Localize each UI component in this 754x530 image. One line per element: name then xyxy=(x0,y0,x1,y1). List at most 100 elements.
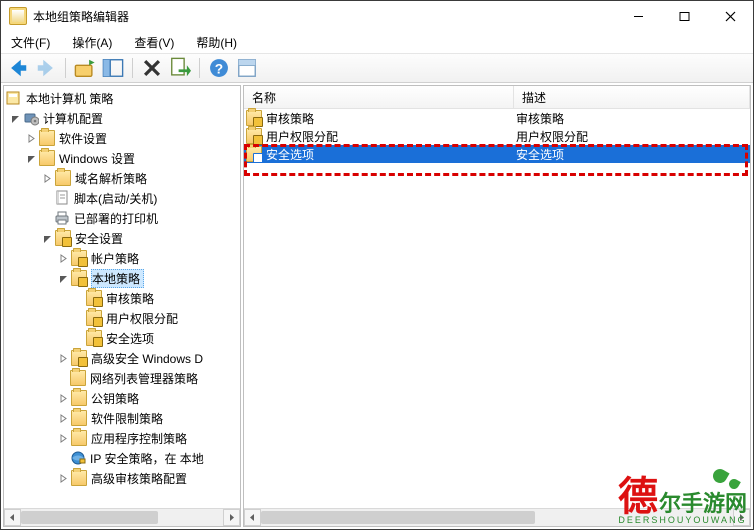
scroll-left-button[interactable] xyxy=(4,509,21,526)
properties-button[interactable] xyxy=(236,57,258,79)
scroll-right-button[interactable] xyxy=(223,509,240,526)
tree-computer-config[interactable]: 计算机配置 xyxy=(4,108,240,128)
tree-account-policies[interactable]: 帐户策略 xyxy=(4,248,240,268)
app-icon xyxy=(9,7,27,25)
tree-software-settings[interactable]: 软件设置 xyxy=(4,128,240,148)
chevron-down-icon[interactable] xyxy=(56,271,70,285)
tree-label: 脚本(启动/关机) xyxy=(74,190,157,207)
script-icon xyxy=(54,190,70,206)
list-item[interactable]: 安全选项 安全选项 xyxy=(244,145,750,163)
tree-label: 帐户策略 xyxy=(91,250,139,267)
column-description[interactable]: 描述 xyxy=(514,86,750,108)
folder-icon xyxy=(71,410,87,426)
tree-label: 软件设置 xyxy=(59,130,107,147)
folder-lock-icon xyxy=(71,250,87,266)
tree-security-settings[interactable]: 安全设置 xyxy=(4,228,240,248)
folder-lock-icon xyxy=(86,290,102,306)
menu-view[interactable]: 查看(V) xyxy=(130,32,178,53)
folder-lock-icon xyxy=(86,330,102,346)
list-item[interactable]: 审核策略 审核策略 xyxy=(244,109,750,127)
tree-audit-policy[interactable]: 审核策略 xyxy=(4,288,240,308)
menu-action[interactable]: 操作(A) xyxy=(68,32,116,53)
tree-root[interactable]: 本地计算机 策略 xyxy=(4,88,240,108)
list-item[interactable]: 用户权限分配 用户权限分配 xyxy=(244,127,750,145)
column-headers: 名称 描述 xyxy=(244,86,750,109)
show-hide-tree-button[interactable] xyxy=(102,57,124,79)
list-item-name: 审核策略 xyxy=(266,110,314,127)
tree-windows-settings[interactable]: Windows 设置 xyxy=(4,148,240,168)
tree-label: 本地计算机 策略 xyxy=(26,90,113,107)
tree-scripts[interactable]: 脚本(启动/关机) xyxy=(4,188,240,208)
tree-local-policies[interactable]: 本地策略 xyxy=(4,268,240,288)
chevron-right-icon[interactable] xyxy=(24,131,38,145)
tree-deployed-printers[interactable]: 已部署的打印机 xyxy=(4,208,240,228)
list-pane: 名称 描述 审核策略 审核策略 用户权限分配 用户权限分配 安全选项 安全选项 xyxy=(243,85,751,527)
chevron-down-icon[interactable] xyxy=(24,151,38,165)
list-item-desc: 安全选项 xyxy=(516,148,564,162)
tree-label: 安全选项 xyxy=(106,330,154,347)
chevron-right-icon[interactable] xyxy=(56,431,70,445)
tree-security-options[interactable]: 安全选项 xyxy=(4,328,240,348)
tree-nlm-policies[interactable]: 网络列表管理器策略 xyxy=(4,368,240,388)
forward-button[interactable] xyxy=(35,57,57,79)
tree-ip-security[interactable]: IP 安全策略，在 本地 xyxy=(4,448,240,468)
export-button[interactable] xyxy=(169,57,191,79)
tree-label: 公钥策略 xyxy=(91,390,139,407)
up-button[interactable] xyxy=(74,57,96,79)
minimize-button[interactable] xyxy=(615,1,661,31)
chevron-right-icon[interactable] xyxy=(40,171,54,185)
tree-label: 已部署的打印机 xyxy=(74,210,158,227)
scroll-left-button[interactable] xyxy=(244,509,261,526)
list-item-desc: 用户权限分配 xyxy=(516,130,588,144)
tree-label: 本地策略 xyxy=(92,272,140,286)
tree-label: 软件限制策略 xyxy=(91,410,163,427)
chevron-right-icon[interactable] xyxy=(56,471,70,485)
close-button[interactable] xyxy=(707,1,753,31)
tree-hscrollbar[interactable] xyxy=(4,508,240,526)
chevron-right-icon[interactable] xyxy=(56,411,70,425)
folder-lock-icon xyxy=(55,230,71,246)
tree-view[interactable]: 本地计算机 策略 计算机配置 软件设置 Windows 设置 域名解析策略 脚本… xyxy=(4,86,240,508)
tree-user-rights[interactable]: 用户权限分配 xyxy=(4,308,240,328)
delete-button[interactable] xyxy=(141,57,163,79)
help-button[interactable]: ? xyxy=(208,57,230,79)
tree-label: 计算机配置 xyxy=(43,110,103,127)
list-item-name: 安全选项 xyxy=(266,146,314,163)
maximize-button[interactable] xyxy=(661,1,707,31)
tree-label: 域名解析策略 xyxy=(75,170,147,187)
chevron-down-icon[interactable] xyxy=(8,111,22,125)
title-bar: 本地组策略编辑器 xyxy=(1,1,753,31)
tree-public-key-policies[interactable]: 公钥策略 xyxy=(4,388,240,408)
tree-software-restriction[interactable]: 软件限制策略 xyxy=(4,408,240,428)
menu-help[interactable]: 帮助(H) xyxy=(192,32,241,53)
folder-icon xyxy=(71,470,87,486)
back-button[interactable] xyxy=(7,57,29,79)
tree-app-control[interactable]: 应用程序控制策略 xyxy=(4,428,240,448)
chevron-right-icon[interactable] xyxy=(56,251,70,265)
list-view[interactable]: 审核策略 审核策略 用户权限分配 用户权限分配 安全选项 安全选项 xyxy=(244,109,750,508)
tree-label: 安全设置 xyxy=(75,230,123,247)
column-name[interactable]: 名称 xyxy=(244,86,514,108)
folder-lock-icon xyxy=(246,128,262,144)
tree-advanced-audit[interactable]: 高级审核策略配置 xyxy=(4,468,240,488)
tree-advanced-firewall[interactable]: 高级安全 Windows D xyxy=(4,348,240,368)
scroll-right-button[interactable] xyxy=(733,509,750,526)
folder-lock-icon xyxy=(246,146,262,162)
chevron-down-icon[interactable] xyxy=(40,231,54,245)
tree-label: 高级安全 Windows D xyxy=(91,350,203,367)
chevron-right-icon[interactable] xyxy=(56,391,70,405)
chevron-right-icon[interactable] xyxy=(56,351,70,365)
tree-name-resolution-policy[interactable]: 域名解析策略 xyxy=(4,168,240,188)
list-hscrollbar[interactable] xyxy=(244,508,750,526)
tree-label: 应用程序控制策略 xyxy=(91,430,187,447)
toolbar-separator xyxy=(132,58,133,78)
tree-label: 用户权限分配 xyxy=(106,310,178,327)
toolbar: ? xyxy=(1,54,753,83)
menu-file[interactable]: 文件(F) xyxy=(7,32,54,53)
tree-label: 高级审核策略配置 xyxy=(91,470,187,487)
folder-icon xyxy=(39,130,55,146)
tree-label: 网络列表管理器策略 xyxy=(90,370,198,387)
folder-icon xyxy=(55,170,71,186)
app-window: 本地组策略编辑器 文件(F) 操作(A) 查看(V) 帮助(H) xyxy=(0,0,754,530)
tree-label: IP 安全策略，在 本地 xyxy=(90,450,204,467)
